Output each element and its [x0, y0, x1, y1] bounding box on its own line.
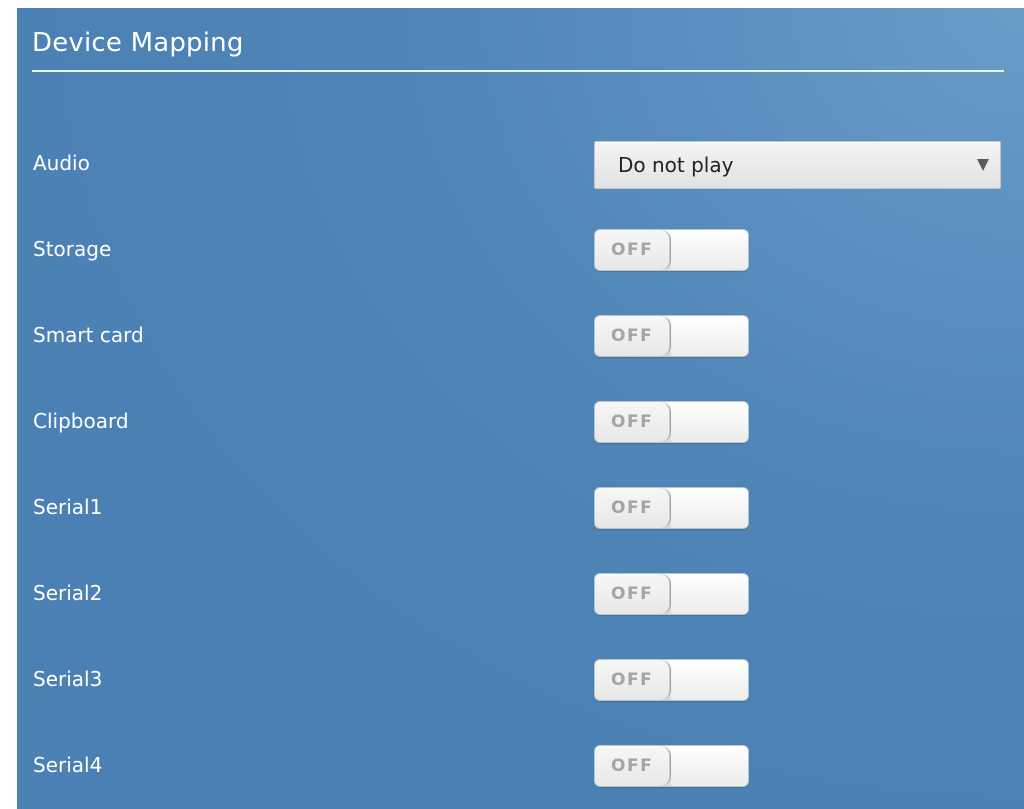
serial2-label: Serial2 [33, 581, 103, 605]
serial4-label: Serial4 [33, 753, 103, 777]
toggle-state-label: OFF [611, 756, 654, 776]
toggle-state-label: OFF [611, 584, 654, 604]
audio-select[interactable]: Do not play [594, 141, 1001, 189]
toggle-state-label: OFF [611, 670, 654, 690]
toggle-knob [671, 574, 748, 614]
serial4-toggle[interactable]: OFF [594, 745, 749, 787]
toggle-off-segment: OFF [595, 660, 671, 700]
audio-label: Audio [33, 151, 90, 175]
page-title: Device Mapping [32, 28, 244, 58]
toggle-off-segment: OFF [595, 574, 671, 614]
smart-card-toggle[interactable]: OFF [594, 315, 749, 357]
toggle-state-label: OFF [611, 498, 654, 518]
serial1-toggle[interactable]: OFF [594, 487, 749, 529]
chevron-down-icon [977, 159, 989, 171]
serial2-row: Serial2 OFF [17, 563, 1024, 623]
toggle-off-segment: OFF [595, 230, 671, 270]
clipboard-label: Clipboard [33, 409, 129, 433]
toggle-off-segment: OFF [595, 746, 671, 786]
toggle-state-label: OFF [611, 326, 654, 346]
toggle-knob [671, 660, 748, 700]
toggle-knob [671, 230, 748, 270]
serial4-row: Serial4 OFF [17, 735, 1024, 795]
serial2-toggle[interactable]: OFF [594, 573, 749, 615]
serial1-row: Serial1 OFF [17, 477, 1024, 537]
audio-row: Audio Do not play [17, 133, 1024, 193]
clipboard-row: Clipboard OFF [17, 391, 1024, 451]
clipboard-toggle[interactable]: OFF [594, 401, 749, 443]
toggle-off-segment: OFF [595, 402, 671, 442]
storage-toggle[interactable]: OFF [594, 229, 749, 271]
storage-label: Storage [33, 237, 112, 261]
toggle-knob [671, 402, 748, 442]
smart-card-label: Smart card [33, 323, 144, 347]
toggle-off-segment: OFF [595, 488, 671, 528]
serial3-toggle[interactable]: OFF [594, 659, 749, 701]
device-mapping-panel: Device Mapping Audio Do not play Storage… [17, 8, 1024, 809]
toggle-knob [671, 746, 748, 786]
serial3-label: Serial3 [33, 667, 103, 691]
storage-row: Storage OFF [17, 219, 1024, 279]
toggle-knob [671, 488, 748, 528]
toggle-knob [671, 316, 748, 356]
title-divider [32, 70, 1004, 72]
audio-select-value: Do not play [618, 153, 734, 177]
toggle-state-label: OFF [611, 412, 654, 432]
toggle-off-segment: OFF [595, 316, 671, 356]
serial3-row: Serial3 OFF [17, 649, 1024, 709]
smart-card-row: Smart card OFF [17, 305, 1024, 365]
toggle-state-label: OFF [611, 240, 654, 260]
serial1-label: Serial1 [33, 495, 103, 519]
